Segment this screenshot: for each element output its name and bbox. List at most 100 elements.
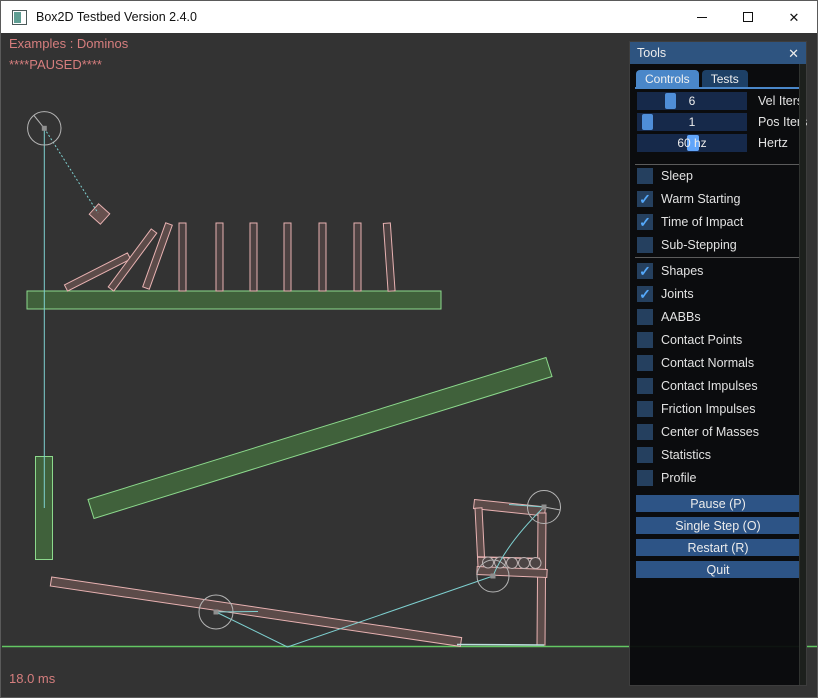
standing-dominos[interactable]	[179, 223, 395, 291]
checkbox-contact-impulses[interactable]: ✓ Contact Impulses	[637, 378, 758, 394]
tab-underline	[635, 87, 805, 89]
checkbox-box[interactable]: ✓	[637, 286, 653, 302]
checkbox-box[interactable]: ✓	[637, 401, 653, 417]
checkbox-joints[interactable]: ✓ Joints	[637, 286, 694, 302]
slider-track[interactable]: 6	[637, 92, 747, 110]
restart-button[interactable]: Restart (R)	[636, 539, 800, 556]
checkbox-time-of-impact[interactable]: ✓ Time of Impact	[637, 214, 743, 230]
separator	[635, 257, 805, 258]
pendulum-rope-joint	[44, 128, 98, 213]
cradle-balls[interactable]	[483, 557, 542, 569]
checkbox-box[interactable]: ✓	[637, 424, 653, 440]
pause-button[interactable]: Pause (P)	[636, 495, 800, 512]
checkbox-box[interactable]: ✓	[637, 309, 653, 325]
pendulum-box[interactable]	[89, 204, 110, 224]
cradle-right-post[interactable]	[537, 513, 546, 645]
slider-value: 6	[637, 92, 747, 110]
check-icon: ✓	[639, 192, 651, 206]
checkbox-label: Friction Impulses	[661, 402, 755, 416]
checkbox-box[interactable]: ✓	[637, 332, 653, 348]
app-icon	[12, 10, 27, 25]
checkbox-box[interactable]: ✓	[637, 191, 653, 207]
checkbox-box[interactable]: ✓	[637, 378, 653, 394]
standing-domino[interactable]	[319, 223, 326, 291]
separator	[635, 164, 805, 165]
checkbox-box[interactable]: ✓	[637, 447, 653, 463]
standing-domino[interactable]	[284, 223, 291, 291]
tab-tests[interactable]: Tests	[702, 70, 748, 87]
checkbox-box[interactable]: ✓	[637, 168, 653, 184]
standing-domino[interactable]	[354, 223, 361, 291]
checkbox-label: Center of Masses	[661, 425, 759, 439]
close-button[interactable]: ✕	[771, 1, 817, 33]
checkbox-shapes[interactable]: ✓ Shapes	[637, 263, 703, 279]
check-icon: ✓	[639, 215, 651, 229]
standing-domino[interactable]	[179, 223, 186, 291]
ground-accent-line	[457, 645, 544, 646]
standing-domino[interactable]	[250, 223, 257, 291]
minimize-button[interactable]	[679, 1, 725, 33]
checkbox-label: Warm Starting	[661, 192, 740, 206]
domino-platform	[27, 291, 441, 309]
checkbox-box[interactable]: ✓	[637, 470, 653, 486]
fallen-dominos[interactable]	[64, 223, 172, 291]
tab-controls[interactable]: Controls	[636, 70, 699, 87]
checkbox-sub-stepping[interactable]: ✓ Sub-Stepping	[637, 237, 737, 253]
example-label: Examples : Dominos	[9, 36, 128, 51]
checkbox-box[interactable]: ✓	[637, 263, 653, 279]
quit-button[interactable]: Quit	[636, 561, 800, 578]
minimize-icon	[697, 17, 707, 18]
slider-hertz: 60 hz Hertz	[637, 134, 788, 152]
checkbox-label: AABBs	[661, 310, 701, 324]
check-icon: ✓	[639, 264, 651, 278]
maximize-button[interactable]	[725, 1, 771, 33]
checkbox-contact-normals[interactable]: ✓ Contact Normals	[637, 355, 754, 371]
cradle-ball[interactable]	[530, 558, 541, 569]
checkbox-box[interactable]: ✓	[637, 355, 653, 371]
checkbox-label: Sub-Stepping	[661, 238, 737, 252]
app-window: Box2D Testbed Version 2.4.0 ✕	[0, 0, 818, 698]
fallen-domino[interactable]	[143, 223, 173, 289]
single-step-button[interactable]: Single Step (O)	[636, 517, 800, 534]
checkbox-center-of-masses[interactable]: ✓ Center of Masses	[637, 424, 759, 440]
checkbox-contact-points[interactable]: ✓ Contact Points	[637, 332, 742, 348]
checkbox-label: Contact Impulses	[661, 379, 758, 393]
standing-domino[interactable]	[383, 223, 395, 291]
cradle-top-bar[interactable]	[474, 500, 546, 517]
slider-track[interactable]: 60 hz	[637, 134, 747, 152]
close-icon: ✕	[789, 11, 800, 24]
slider-pos-iters: 1 Pos Iters	[637, 113, 807, 131]
tools-panel: Tools ✕ Controls Tests 6 Vel Iters 1	[629, 41, 807, 686]
cradle-left-post[interactable]	[475, 508, 485, 567]
standing-domino[interactable]	[216, 223, 223, 291]
check-icon: ✓	[639, 287, 651, 301]
body-center-markers	[42, 126, 547, 615]
panel-scrollbar[interactable]	[799, 64, 806, 685]
window-title: Box2D Testbed Version 2.4.0	[36, 10, 197, 24]
checkbox-label: Profile	[661, 471, 696, 485]
slider-vel-iters: 6 Vel Iters	[637, 92, 803, 110]
checkbox-box[interactable]: ✓	[637, 237, 653, 253]
checkbox-friction-impulses[interactable]: ✓ Friction Impulses	[637, 401, 755, 417]
slider-value: 60 hz	[637, 134, 747, 152]
slider-label: Hertz	[758, 136, 788, 150]
seesaw-joint	[216, 612, 258, 613]
checkbox-sleep[interactable]: ✓ Sleep	[637, 168, 693, 184]
slider-value: 1	[637, 113, 747, 131]
checkbox-label: Contact Normals	[661, 356, 754, 370]
frame-time-label: 18.0 ms	[9, 671, 55, 686]
cradle-ball[interactable]	[519, 558, 530, 569]
tab-bar: Controls Tests	[636, 70, 748, 87]
slider-track[interactable]: 1	[637, 113, 747, 131]
angled-green-plank	[88, 358, 552, 519]
checkbox-aabbs[interactable]: ✓ AABBs	[637, 309, 701, 325]
checkbox-warm-starting[interactable]: ✓ Warm Starting	[637, 191, 740, 207]
checkbox-label: Statistics	[661, 448, 711, 462]
checkbox-statistics[interactable]: ✓ Statistics	[637, 447, 711, 463]
paused-label: ****PAUSED****	[9, 57, 102, 72]
checkbox-box[interactable]: ✓	[637, 214, 653, 230]
checkbox-profile[interactable]: ✓ Profile	[637, 470, 696, 486]
cradle-ball[interactable]	[507, 558, 518, 569]
checkbox-label: Joints	[661, 287, 694, 301]
checkbox-label: Shapes	[661, 264, 703, 278]
